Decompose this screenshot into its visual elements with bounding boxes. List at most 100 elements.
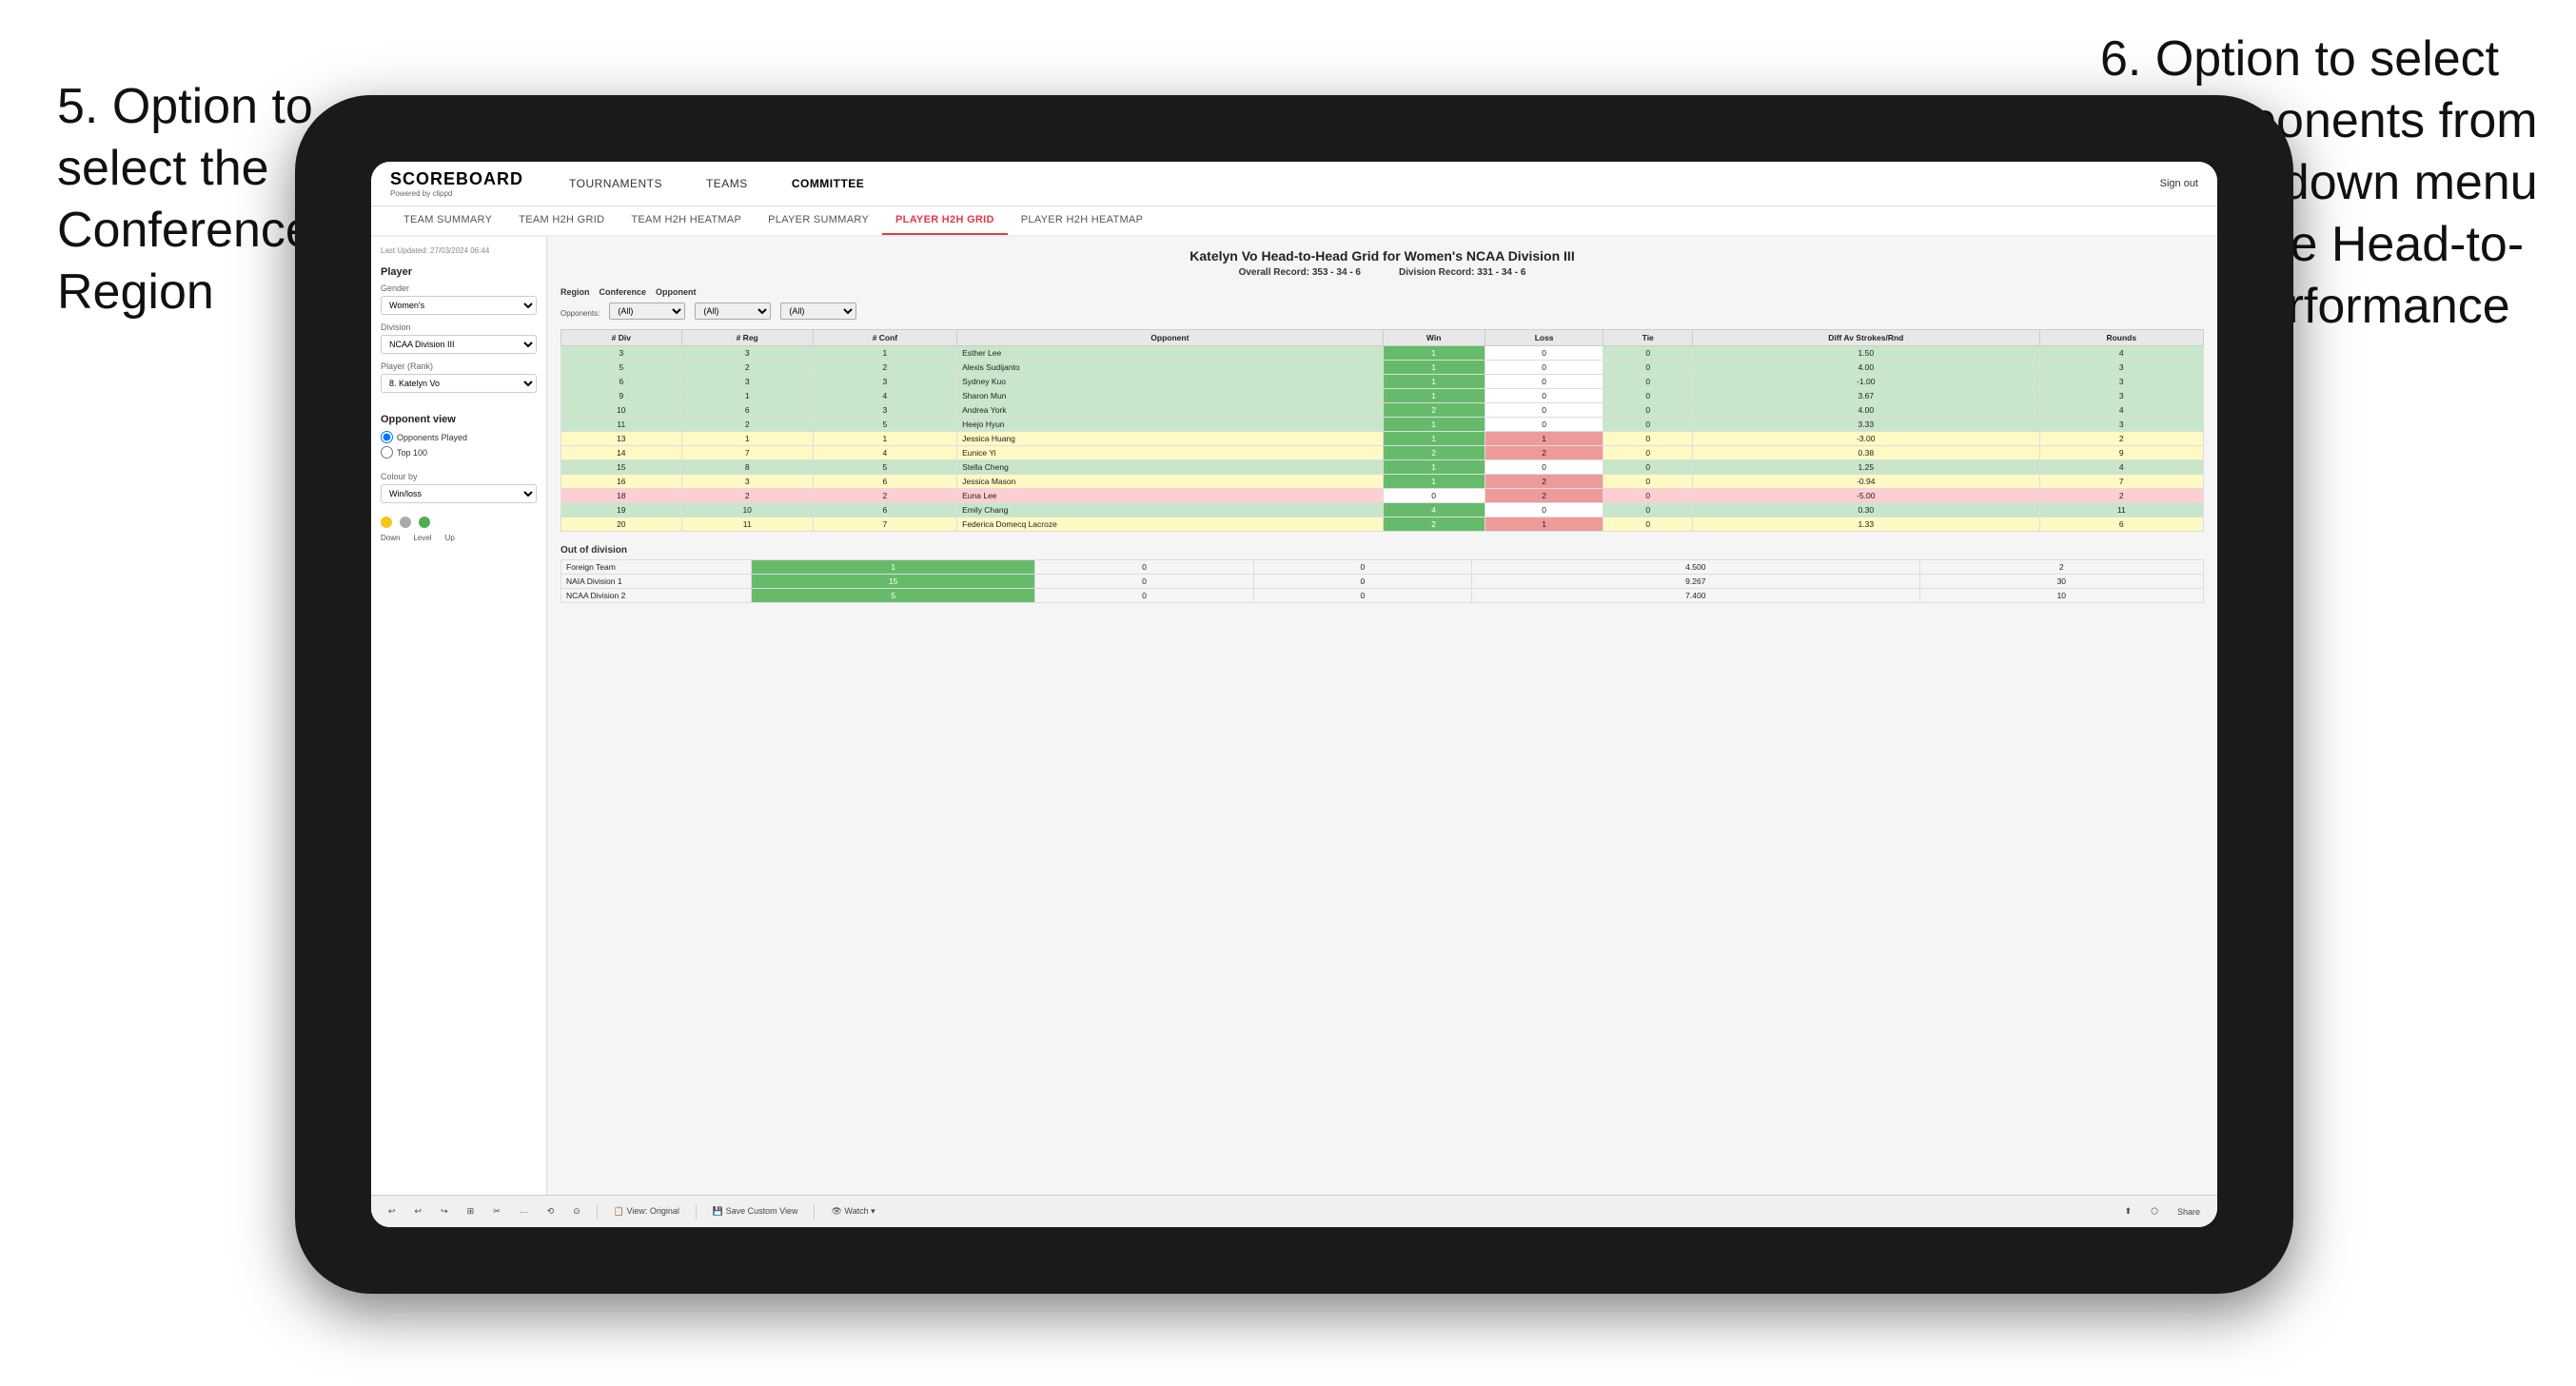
cell-loss: 2 [1485, 446, 1603, 460]
cell-loss: 0 [1485, 403, 1603, 418]
cell-rounds: 2 [2039, 489, 2203, 503]
right-panel: Katelyn Vo Head-to-Head Grid for Women's… [547, 237, 2217, 1227]
nav-teams[interactable]: TEAMS [698, 173, 756, 194]
conference-select[interactable]: (All) [695, 303, 771, 320]
cell-opponent: Esther Lee [957, 346, 1383, 361]
table-row: 9 1 4 Sharon Mun 1 0 0 3.67 3 [561, 389, 2204, 403]
cell-rounds: 6 [2039, 517, 2203, 532]
cell-reg: 6 [681, 403, 813, 418]
ellipsis-button[interactable]: ··· [514, 1205, 534, 1219]
cell-diff: 0.38 [1693, 446, 2040, 460]
col-tie: Tie [1603, 330, 1693, 346]
cell-win: 2 [1383, 517, 1485, 532]
region-select[interactable]: (All) [609, 303, 685, 320]
save-custom-view-button[interactable]: 💾 Save Custom View [707, 1204, 804, 1219]
sub-nav-player-h2h-heatmap[interactable]: PLAYER H2H HEATMAP [1008, 206, 1156, 235]
cell-tie: 0 [1603, 475, 1693, 489]
cell-opponent: Emily Chang [957, 503, 1383, 517]
opponents-sublabel: Opponents: [560, 309, 600, 318]
filter-section: Region Conference Opponent Opponents: (A… [560, 287, 2204, 320]
sub-nav-team-summary[interactable]: TEAM SUMMARY [390, 206, 505, 235]
out-div-label: NAIA Division 1 [561, 575, 752, 589]
logo-sub: Powered by clippd [390, 189, 523, 198]
cell-div: 11 [561, 418, 682, 432]
redo-small-button[interactable]: ↩ [409, 1204, 428, 1219]
player-rank-select[interactable]: 8. Katelyn Vo [381, 374, 537, 393]
dot-down [381, 517, 392, 528]
cell-loss: 0 [1485, 361, 1603, 375]
cell-tie: 0 [1603, 389, 1693, 403]
cell-diff: 0.30 [1693, 503, 2040, 517]
cell-rounds: 3 [2039, 361, 2203, 375]
refresh-button[interactable]: ⟲ [541, 1204, 560, 1219]
toolbar-divider-2 [696, 1204, 697, 1220]
cell-div: 15 [561, 460, 682, 475]
sub-nav-player-summary[interactable]: PLAYER SUMMARY [755, 206, 882, 235]
logo-area: SCOREBOARD Powered by clippd [390, 169, 523, 198]
col-diff: Diff Av Strokes/Rnd [1693, 330, 2040, 346]
sub-nav-team-h2h-grid[interactable]: TEAM H2H GRID [505, 206, 618, 235]
cell-opponent: Euna Lee [957, 489, 1383, 503]
cell-conf: 2 [813, 361, 956, 375]
cell-opponent: Eunice Yi [957, 446, 1383, 460]
cell-diff: 3.33 [1693, 418, 2040, 432]
cell-rounds: 7 [2039, 475, 2203, 489]
share-button[interactable]: Share [2172, 1205, 2206, 1219]
table-row: 10 6 3 Andrea York 2 0 0 4.00 4 [561, 403, 2204, 418]
cell-rounds: 3 [2039, 389, 2203, 403]
cell-opponent: Federica Domecq Lacroze [957, 517, 1383, 532]
view-original-button[interactable]: 📋 View: Original [608, 1204, 685, 1219]
gender-select[interactable]: Women's [381, 296, 537, 315]
cell-diff: 1.33 [1693, 517, 2040, 532]
bottom-toolbar: ↩ ↩ ↪ ⊞ ✂ ··· ⟲ ⊙ 📋 View: Original 💾 Sav… [371, 1195, 2217, 1227]
cell-div: 9 [561, 389, 682, 403]
upload-button[interactable]: ⬆ [2119, 1204, 2138, 1219]
nav-tournaments[interactable]: TOURNAMENTS [561, 173, 670, 194]
out-div-diff: 7.400 [1472, 589, 1920, 603]
filter-selects-row: Opponents: (All) (All) (All) [560, 303, 2204, 320]
opponent-select[interactable]: (All) [780, 303, 856, 320]
overall-record: Overall Record: 353 - 34 - 6 [1239, 267, 1361, 278]
overall-record-value: 353 - 34 - 6 [1312, 267, 1361, 278]
cell-win: 1 [1383, 389, 1485, 403]
out-div-row: Foreign Team 1 0 0 4.500 2 [561, 560, 2204, 575]
out-div-win: 1 [752, 560, 1035, 575]
cell-tie: 0 [1603, 361, 1693, 375]
player-section-title: Player [381, 266, 537, 278]
cell-tie: 0 [1603, 460, 1693, 475]
cell-tie: 0 [1603, 489, 1693, 503]
table-row: 5 2 2 Alexis Sudijanto 1 0 0 4.00 3 [561, 361, 2204, 375]
division-select[interactable]: NCAA Division III [381, 335, 537, 354]
nav-committee[interactable]: COMMITTEE [784, 173, 873, 194]
cell-conf: 3 [813, 375, 956, 389]
cell-conf: 5 [813, 418, 956, 432]
cell-div: 6 [561, 375, 682, 389]
hex-button[interactable]: ⬡ [2145, 1204, 2164, 1219]
top100-option[interactable]: Top 100 [381, 446, 537, 459]
undo-button[interactable]: ↩ [383, 1204, 402, 1219]
cell-opponent: Stella Cheng [957, 460, 1383, 475]
cell-reg: 3 [681, 346, 813, 361]
col-div: # Div [561, 330, 682, 346]
clock-button[interactable]: ⊙ [567, 1204, 586, 1219]
grid-button[interactable]: ⊞ [462, 1204, 481, 1219]
cell-diff: 3.67 [1693, 389, 2040, 403]
out-div-diff: 9.267 [1472, 575, 1920, 589]
gender-label: Gender [381, 283, 537, 293]
cut-button[interactable]: ✂ [487, 1204, 506, 1219]
sub-nav-team-h2h-heatmap[interactable]: TEAM H2H HEATMAP [618, 206, 755, 235]
table-row: 3 3 1 Esther Lee 1 0 0 1.50 4 [561, 346, 2204, 361]
col-win: Win [1383, 330, 1485, 346]
cell-rounds: 3 [2039, 375, 2203, 389]
sub-nav-player-h2h-grid[interactable]: PLAYER H2H GRID [882, 206, 1008, 235]
sign-out-button[interactable]: Sign out [2160, 178, 2198, 189]
colour-select[interactable]: Win/loss [381, 484, 537, 503]
cell-reg: 2 [681, 489, 813, 503]
cell-div: 13 [561, 432, 682, 446]
opponents-played-option[interactable]: Opponents Played [381, 431, 537, 443]
cell-loss: 0 [1485, 375, 1603, 389]
colour-by-label: Colour by [381, 472, 537, 481]
cell-loss: 2 [1485, 489, 1603, 503]
redo-button[interactable]: ↪ [435, 1204, 454, 1219]
watch-button[interactable]: 👁 Watch ▾ [825, 1204, 880, 1219]
